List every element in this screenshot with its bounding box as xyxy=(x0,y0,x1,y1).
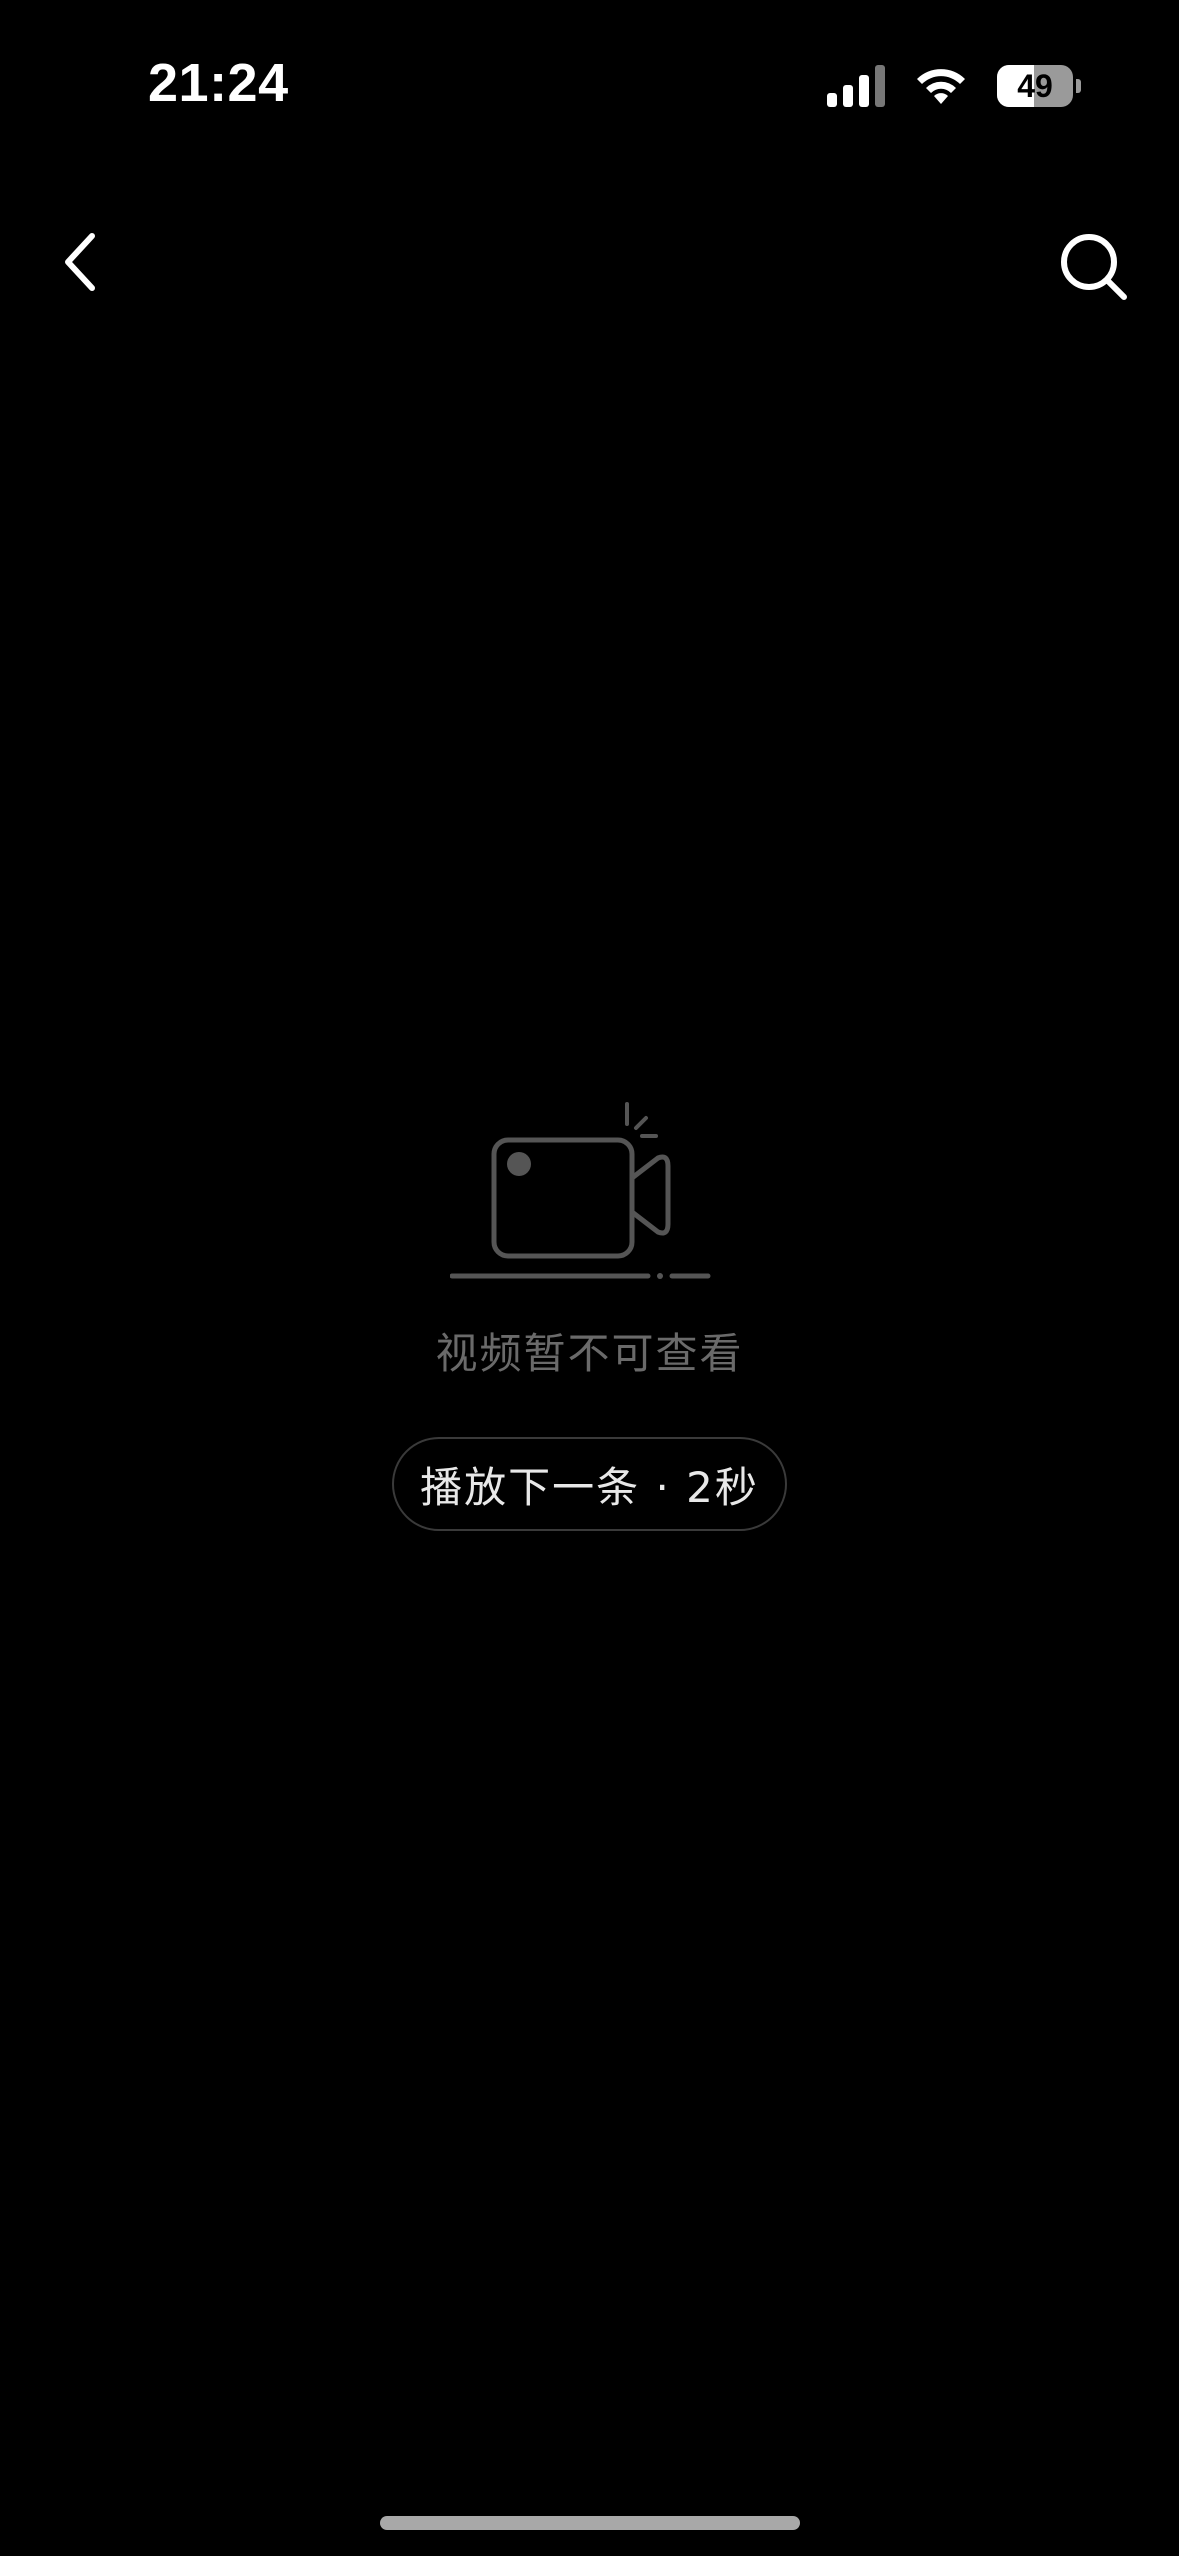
cellular-signal-icon xyxy=(827,65,885,107)
play-next-button[interactable]: 播放下一条 · 2秒 xyxy=(392,1437,787,1531)
video-camera-icon xyxy=(449,1102,710,1279)
battery-level: 49 xyxy=(1017,67,1053,104)
chevron-left-icon xyxy=(65,233,95,291)
status-bar: 21:24 49 xyxy=(0,0,1179,170)
wifi-icon xyxy=(917,69,965,104)
top-nav xyxy=(0,200,1179,330)
home-indicator[interactable] xyxy=(380,2516,800,2530)
battery-icon: 49 xyxy=(997,65,1081,107)
empty-state: 视频暂不可查看 播放下一条 · 2秒 xyxy=(0,1090,1179,1531)
status-icons: 49 xyxy=(827,62,1081,110)
search-button[interactable] xyxy=(1049,222,1139,312)
unavailable-message: 视频暂不可查看 xyxy=(435,1329,744,1378)
search-icon xyxy=(1061,234,1127,300)
back-button[interactable] xyxy=(40,222,120,302)
status-time: 21:24 xyxy=(148,53,289,113)
